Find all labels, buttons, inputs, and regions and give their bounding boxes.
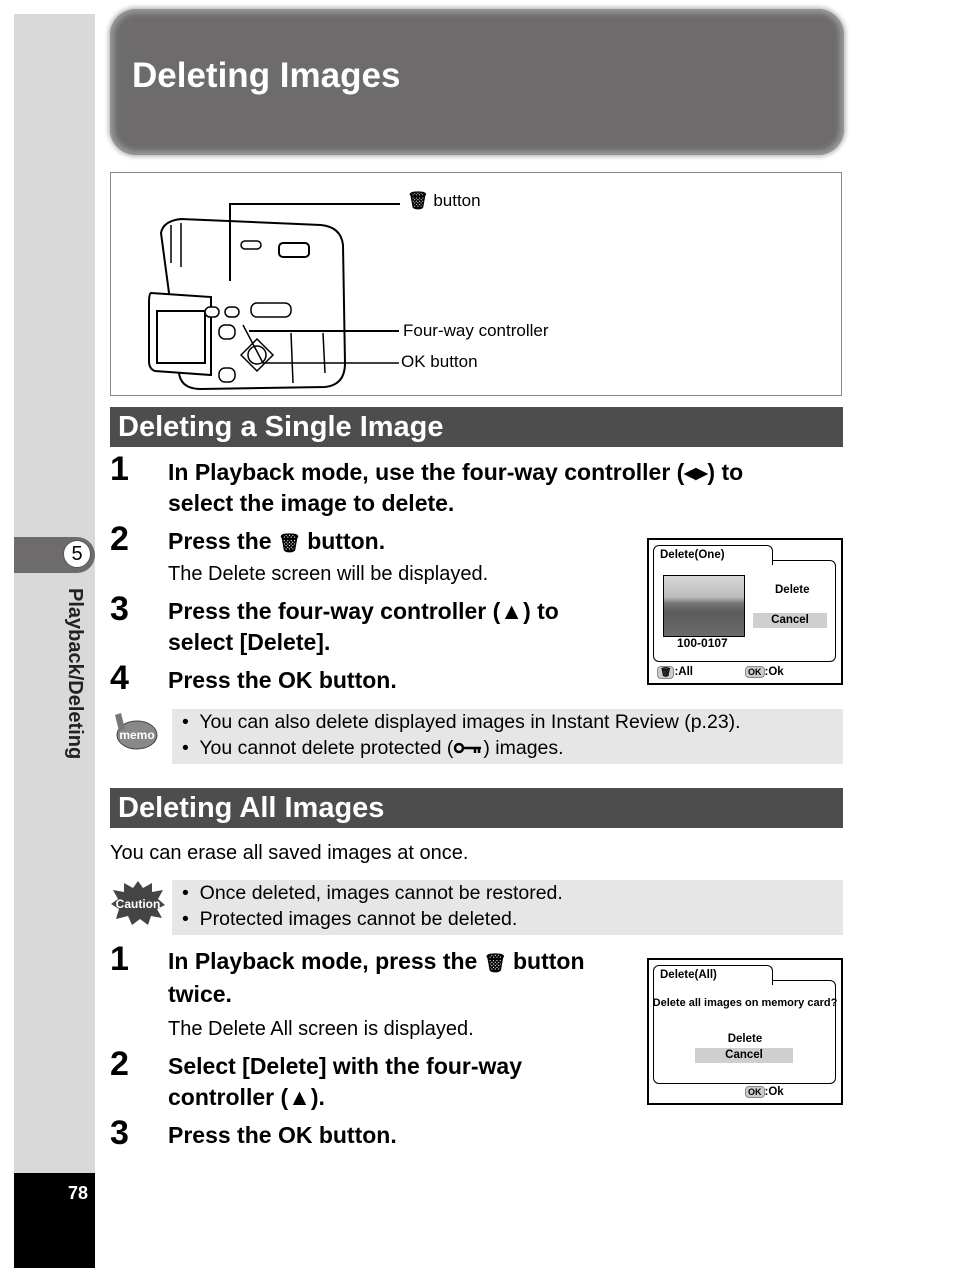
step-number: 3 (110, 590, 129, 628)
memo-line: • You can also delete displayed images i… (182, 711, 741, 733)
memo-line: • You cannot delete protected () images. (182, 737, 564, 759)
screen-panel (653, 980, 836, 1084)
file-number: 100-0107 (677, 636, 728, 650)
option-delete[interactable]: Delete (775, 584, 810, 596)
chapter-label: Playback/Deleting (64, 588, 86, 760)
step-text: Press the OK button. (168, 1122, 397, 1148)
section-header-single: Deleting a Single Image (110, 407, 843, 447)
ok-icon: OK (745, 1086, 765, 1098)
delete-all-question: Delete all images on memory card? (652, 997, 838, 1009)
step-number: 2 (110, 520, 129, 558)
footer-ok: OK:Ok (745, 1086, 784, 1098)
step-number: 1 (110, 450, 129, 488)
caution-icon-label: Caution (116, 897, 161, 911)
step-description: The Delete All screen is displayed. (168, 1018, 474, 1040)
screen-tab: Delete(One) (653, 545, 773, 565)
step-number: 1 (110, 940, 129, 978)
memo-icon-label: memo (119, 728, 154, 742)
trash-icon: 🗑︎ (277, 533, 301, 553)
ok-icon: OK (745, 666, 765, 678)
trash-icon: 🗑︎ (483, 953, 507, 973)
delete-all-screen: Delete(All) Delete all images on memory … (647, 958, 843, 1105)
option-cancel[interactable]: Cancel (753, 613, 827, 628)
memo-box: • You can also delete displayed images i… (172, 709, 843, 764)
section-header-all: Deleting All Images (110, 788, 843, 828)
option-delete[interactable]: Delete (649, 1033, 841, 1045)
step-number: 2 (110, 1045, 129, 1083)
step-description: The Delete screen will be displayed. (168, 563, 489, 585)
step-text: Press the OK button. (168, 667, 397, 693)
image-thumbnail (663, 575, 745, 637)
step-text: In Playback mode, press the 🗑︎ button tw… (168, 948, 585, 1007)
chapter-label-container: Playback/Deleting (60, 588, 90, 788)
step-text: Select [Delete] with the four-way contro… (168, 1053, 523, 1110)
memo-icon: memo (115, 713, 158, 750)
footer-all: 🗑︎:All (657, 666, 693, 679)
step-text: Press the 🗑︎ button. (168, 528, 386, 554)
caution-box: • Once deleted, images cannot be restore… (172, 880, 843, 935)
intro-text: You can erase all saved images at once. (110, 842, 469, 864)
camera-figure: 🗑︎ button Four-way controller OK button (110, 172, 842, 396)
caution-line: • Once deleted, images cannot be restore… (182, 882, 563, 904)
step-text: Press the four-way controller (▲) to sel… (168, 598, 559, 655)
trash-button-callout: 🗑︎ button (407, 191, 481, 210)
callout-line-ok (242, 324, 399, 364)
trash-icon: 🗑︎ (407, 191, 429, 210)
delete-one-screen: Delete(One) 100-0107 Delete Cancel 🗑︎:Al… (647, 538, 843, 685)
page-number: 78 (67, 1183, 88, 1203)
four-way-controller-callout: Four-way controller (403, 321, 549, 340)
protect-key-icon (454, 742, 482, 754)
trash-icon: 🗑︎ (657, 666, 675, 679)
option-cancel[interactable]: Cancel (695, 1048, 793, 1063)
chapter-number: 5 (63, 540, 91, 568)
step-number: 3 (110, 1114, 129, 1152)
ok-button-callout: OK button (401, 352, 478, 371)
caution-line: • Protected images cannot be deleted. (182, 908, 518, 930)
footer-ok: OK:Ok (745, 666, 784, 678)
screen-tab: Delete(All) (653, 965, 773, 985)
step-text: In Playback mode, use the four-way contr… (168, 459, 744, 516)
page-title: Deleting Images (132, 56, 401, 95)
step-number: 4 (110, 659, 129, 697)
callout-line-trash (230, 203, 400, 205)
caution-icon: Caution (111, 881, 165, 925)
callout-line-trash-vertical (229, 203, 231, 281)
